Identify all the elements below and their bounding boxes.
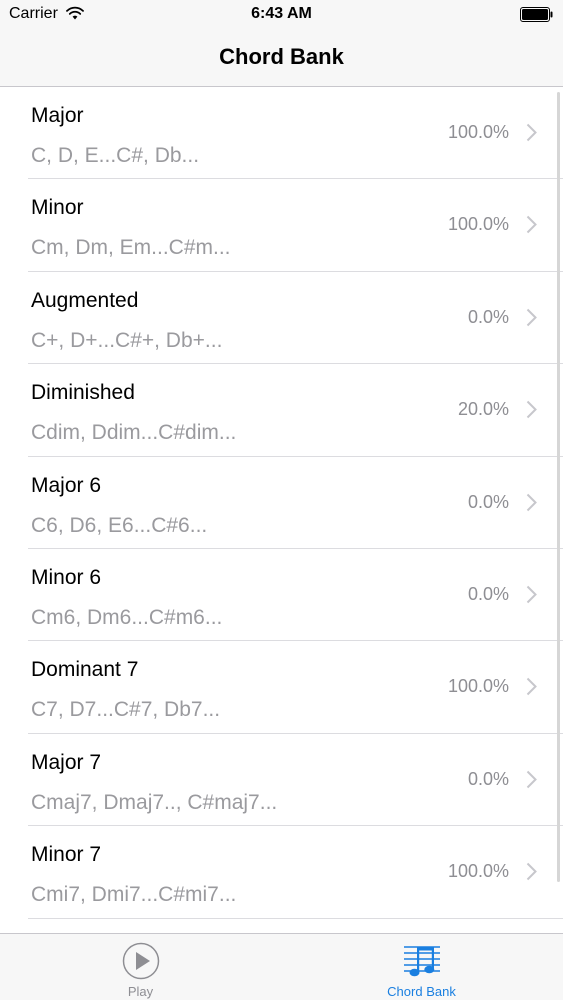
chord-name: Minor [31, 196, 84, 220]
status-bar: Carrier 6:43 AM [0, 0, 563, 30]
chord-examples: C, D, E...C#, Db... [31, 144, 200, 167]
chord-row-minor[interactable]: Minor Cm, Dm, Em...C#m... 100.0% [0, 179, 563, 273]
battery-icon [520, 7, 553, 22]
chord-score: 100.0% [447, 676, 509, 697]
chord-score: 100.0% [447, 214, 509, 235]
chord-score: 0.0% [467, 491, 509, 512]
chord-score: 100.0% [447, 122, 509, 142]
chevron-right-icon [526, 862, 537, 881]
chord-list[interactable]: Major C, D, E...C#, Db... 100.0% Minor C… [0, 87, 563, 933]
chord-score: 0.0% [467, 768, 509, 789]
chord-row-minor-7[interactable]: Minor 7 Cmi7, Dmi7...C#mi7... 100.0% [0, 826, 563, 919]
chord-name: Augmented [31, 288, 139, 312]
chord-examples: Cmi7, Dmi7...C#mi7... [31, 883, 237, 907]
chord-row-diminished[interactable]: Diminished Cdim, Ddim...C#dim... 20.0% [0, 364, 563, 457]
chevron-right-icon [526, 770, 537, 788]
chevron-right-icon [526, 585, 537, 604]
status-time: 6:43 AM [251, 5, 312, 22]
chevron-right-icon [526, 308, 537, 326]
chord-row-major-6[interactable]: Major 6 C6, D6, E6...C#6... 0.0% [0, 457, 563, 550]
chord-examples: C7, D7...C#7, Db7... [31, 698, 221, 722]
chord-row-augmented[interactable]: Augmented C+, D+...C#+, Db+... 0.0% [0, 272, 563, 365]
tab-bar: Play Chord Bank [0, 933, 563, 1000]
chevron-right-icon [526, 216, 537, 234]
chord-name: Diminished [31, 381, 135, 405]
tab-label: Play [127, 984, 154, 999]
chord-name: Minor 6 [31, 565, 102, 589]
chord-examples: C6, D6, E6...C#6... [31, 513, 208, 537]
tab-chord-bank[interactable]: Chord Bank [281, 934, 562, 1000]
chevron-right-icon [526, 493, 537, 511]
chord-name: Major 6 [31, 473, 102, 497]
chord-examples: C+, D+...C#+, Db+... [31, 328, 223, 352]
chord-row-minor-6[interactable]: Minor 6 Cm6, Dm6...C#m6... 0.0% [0, 549, 563, 642]
chord-examples: Cm, Dm, Em...C#m... [31, 236, 231, 260]
chord-examples: Cmaj7, Dmaj7.., C#maj7... [31, 790, 278, 814]
chord-score: 20.0% [457, 399, 509, 420]
page-title: Chord Bank [219, 44, 344, 69]
chord-name: Major 7 [31, 750, 102, 774]
chevron-right-icon [526, 400, 537, 419]
chord-examples: Cdim, Ddim...C#dim... [31, 421, 237, 445]
chord-score: 100.0% [447, 861, 509, 882]
navigation-bar: Chord Bank [0, 30, 563, 87]
tab-label: Chord Bank [387, 984, 456, 999]
chord-name: Dominant 7 [31, 658, 139, 682]
chord-row-dominant-7[interactable]: Dominant 7 C7, D7...C#7, Db7... 100.0% [0, 641, 563, 735]
chord-row-major[interactable]: Major C, D, E...C#, Db... 100.0% [0, 87, 563, 180]
chord-examples: Cm6, Dm6...C#m6... [31, 605, 223, 629]
sheet-music-icon [403, 946, 440, 977]
chord-score: 0.0% [467, 583, 509, 604]
chevron-right-icon [526, 678, 537, 696]
scroll-indicator[interactable] [557, 92, 560, 882]
play-icon [122, 942, 159, 980]
chord-name: Major [31, 104, 84, 127]
tab-play[interactable]: Play [0, 934, 281, 1000]
chord-name: Minor 7 [31, 843, 102, 867]
chord-score: 0.0% [467, 306, 509, 327]
chevron-right-icon [526, 123, 537, 142]
chord-row-major-7[interactable]: Major 7 Cmaj7, Dmaj7.., C#maj7... 0.0% [0, 734, 563, 827]
